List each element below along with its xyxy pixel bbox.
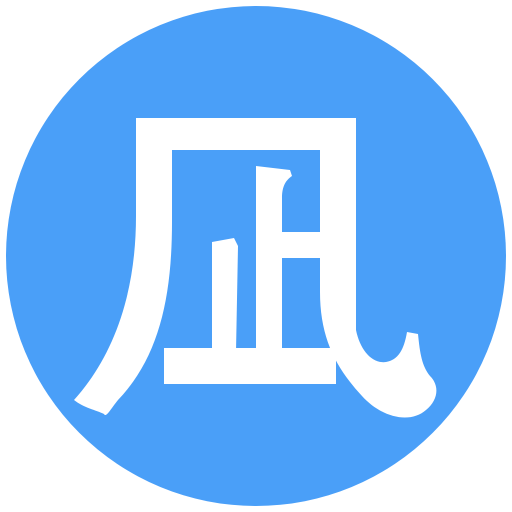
kanji-nagi-icon xyxy=(74,118,437,418)
app-icon xyxy=(0,0,512,512)
glyph-inner-vertical-right xyxy=(256,166,320,348)
glyph-inner-vertical-left xyxy=(212,238,238,352)
glyph-inner-base-bar xyxy=(164,348,336,384)
